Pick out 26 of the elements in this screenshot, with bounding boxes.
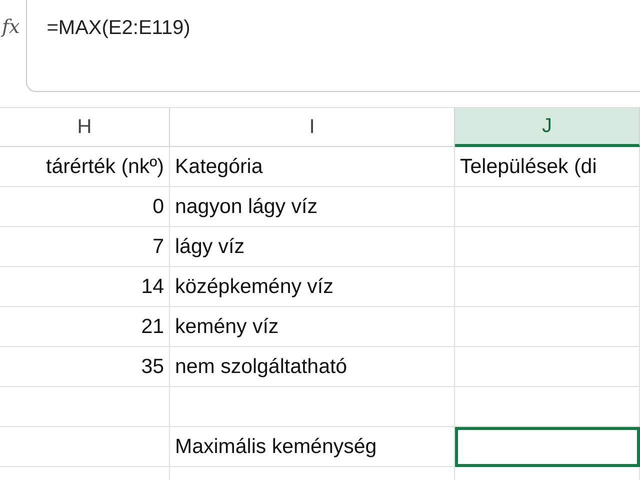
table-cell: 0	[0, 187, 170, 227]
formula-field[interactable]: =MAX(E2:E119)	[26, 0, 640, 92]
empty-cell[interactable]	[455, 187, 640, 227]
column-header[interactable]: H	[0, 107, 170, 147]
column-header[interactable]: J	[455, 107, 640, 147]
table-cell: nem szolgáltatható	[170, 347, 455, 387]
empty-cell[interactable]	[455, 307, 640, 347]
table-cell: nagyon lágy víz	[170, 187, 455, 227]
table-cell: lágy víz	[170, 227, 455, 267]
empty-cell[interactable]	[455, 267, 640, 307]
table-cell: 21	[0, 307, 170, 347]
table-cell: 14	[0, 267, 170, 307]
empty-cell[interactable]	[455, 227, 640, 267]
table-cell: kemény víz	[170, 307, 455, 347]
empty-cell[interactable]	[455, 347, 640, 387]
table-cell: Kategória	[170, 147, 455, 187]
table-cell: középkemény víz	[170, 267, 455, 307]
function-icon[interactable]: fx	[2, 16, 20, 38]
table-cell: 35	[0, 347, 170, 387]
table-cell: Települések (di	[455, 147, 640, 187]
empty-cell[interactable]	[455, 387, 640, 427]
selected-cell[interactable]	[455, 427, 640, 467]
table-cell: 7	[0, 227, 170, 267]
table-cell: Maximális keménység	[170, 427, 455, 467]
column-header[interactable]: I	[170, 107, 455, 147]
table-cell: tárérték (nkº)	[0, 147, 170, 187]
